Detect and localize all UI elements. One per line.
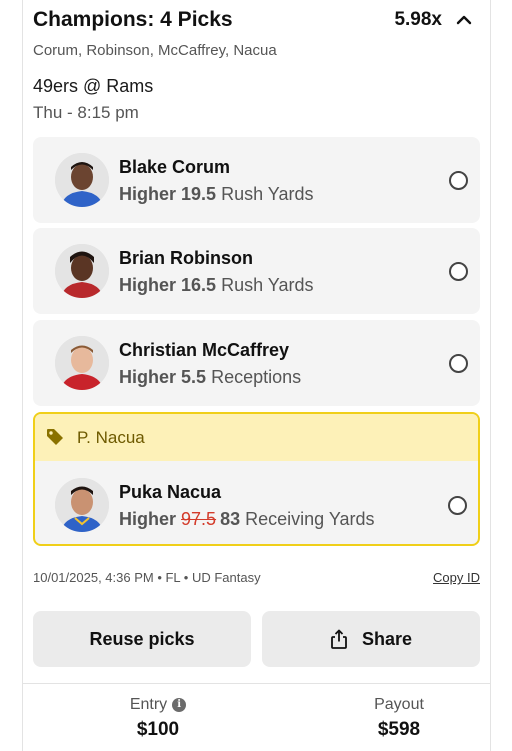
footer-divider — [23, 683, 490, 684]
copy-id-link[interactable]: Copy ID — [433, 570, 480, 585]
promo-label: P. Nacua — [77, 428, 145, 447]
entry-label: Entry — [129, 696, 168, 713]
player-name: Brian Robinson — [119, 248, 253, 268]
pick-direction: Higher — [119, 509, 177, 529]
pick-stat: Rush Yards — [221, 184, 314, 204]
share-icon — [331, 629, 347, 649]
promo-header: P. Nacua — [35, 414, 478, 461]
player-avatar — [55, 153, 109, 207]
info-icon[interactable]: i — [172, 698, 187, 712]
pick-line: Higher 5.5 Receptions — [119, 367, 301, 388]
payout-multiplier: 5.98x — [394, 9, 442, 30]
original-line-value: 97.5 — [181, 509, 217, 529]
pick-stat: Receiving Yards — [245, 509, 375, 529]
entry-value: $100 — [136, 719, 180, 740]
pick-row-brian-robinson[interactable]: Brian Robinson Higher 16.5 Rush Yards — [33, 228, 480, 314]
pick-line: Higher 16.5 Rush Yards — [119, 275, 313, 296]
pick-row-blake-corum[interactable]: Blake Corum Higher 19.5 Rush Yards — [33, 137, 480, 223]
reuse-picks-label: Reuse picks — [89, 628, 195, 649]
share-button[interactable]: Share — [262, 611, 480, 667]
game-time: Thu - 8:15 pm — [33, 103, 139, 122]
players-summary: Corum, Robinson, McCaffrey, Nacua — [33, 42, 277, 59]
pick-direction: Higher — [119, 275, 177, 295]
promo-pick: P. Nacua Puka Nacua Higher 97.5 83 Receiv… — [33, 412, 480, 546]
player-name: Puka Nacua — [119, 482, 222, 502]
pick-row-puka-nacua[interactable]: Puka Nacua Higher 97.5 83 Receiving Yards — [35, 461, 478, 544]
pick-line-value: 5.5 — [181, 367, 207, 387]
share-label: Share — [361, 628, 413, 649]
card-title: Champions: 4 Picks — [33, 8, 233, 31]
radio-icon[interactable] — [449, 171, 468, 190]
player-avatar — [55, 478, 109, 532]
pick-line-value: 83 — [220, 509, 241, 529]
player-name: Christian McCaffrey — [119, 340, 290, 360]
payout-value: $598 — [377, 719, 421, 740]
player-avatar — [55, 336, 109, 390]
pick-line-value: 19.5 — [181, 184, 217, 204]
reuse-picks-button[interactable]: Reuse picks — [33, 611, 251, 667]
game-matchup: 49ers @ Rams — [33, 76, 154, 96]
radio-icon[interactable] — [449, 354, 468, 373]
pick-line: Higher 19.5 Rush Yards — [119, 184, 313, 205]
pick-stat: Rush Yards — [221, 275, 314, 295]
radio-icon[interactable] — [448, 496, 467, 515]
pick-row-christian-mccaffrey[interactable]: Christian McCaffrey Higher 5.5 Reception… — [33, 320, 480, 406]
pick-line-value: 16.5 — [181, 275, 217, 295]
payout-summary: Payout $598 — [299, 696, 499, 741]
card-header: Champions: 4 Picks 5.98x — [33, 8, 480, 36]
pick-line: Higher 97.5 83 Receiving Yards — [119, 509, 375, 530]
entry-summary: Entry i $100 — [58, 696, 258, 741]
pick-direction: Higher — [119, 184, 177, 204]
player-avatar — [55, 244, 109, 298]
payout-label: Payout — [374, 696, 424, 713]
pick-direction: Higher — [119, 367, 177, 387]
radio-icon[interactable] — [449, 262, 468, 281]
chevron-up-icon[interactable] — [454, 10, 474, 30]
pick-card: Champions: 4 Picks 5.98x Corum, Robinson… — [22, 0, 491, 751]
tag-icon — [47, 429, 63, 445]
entry-meta: 10/01/2025, 4:36 PM • FL • UD Fantasy — [33, 570, 261, 585]
pick-stat: Receptions — [211, 367, 302, 387]
player-name: Blake Corum — [119, 157, 231, 177]
